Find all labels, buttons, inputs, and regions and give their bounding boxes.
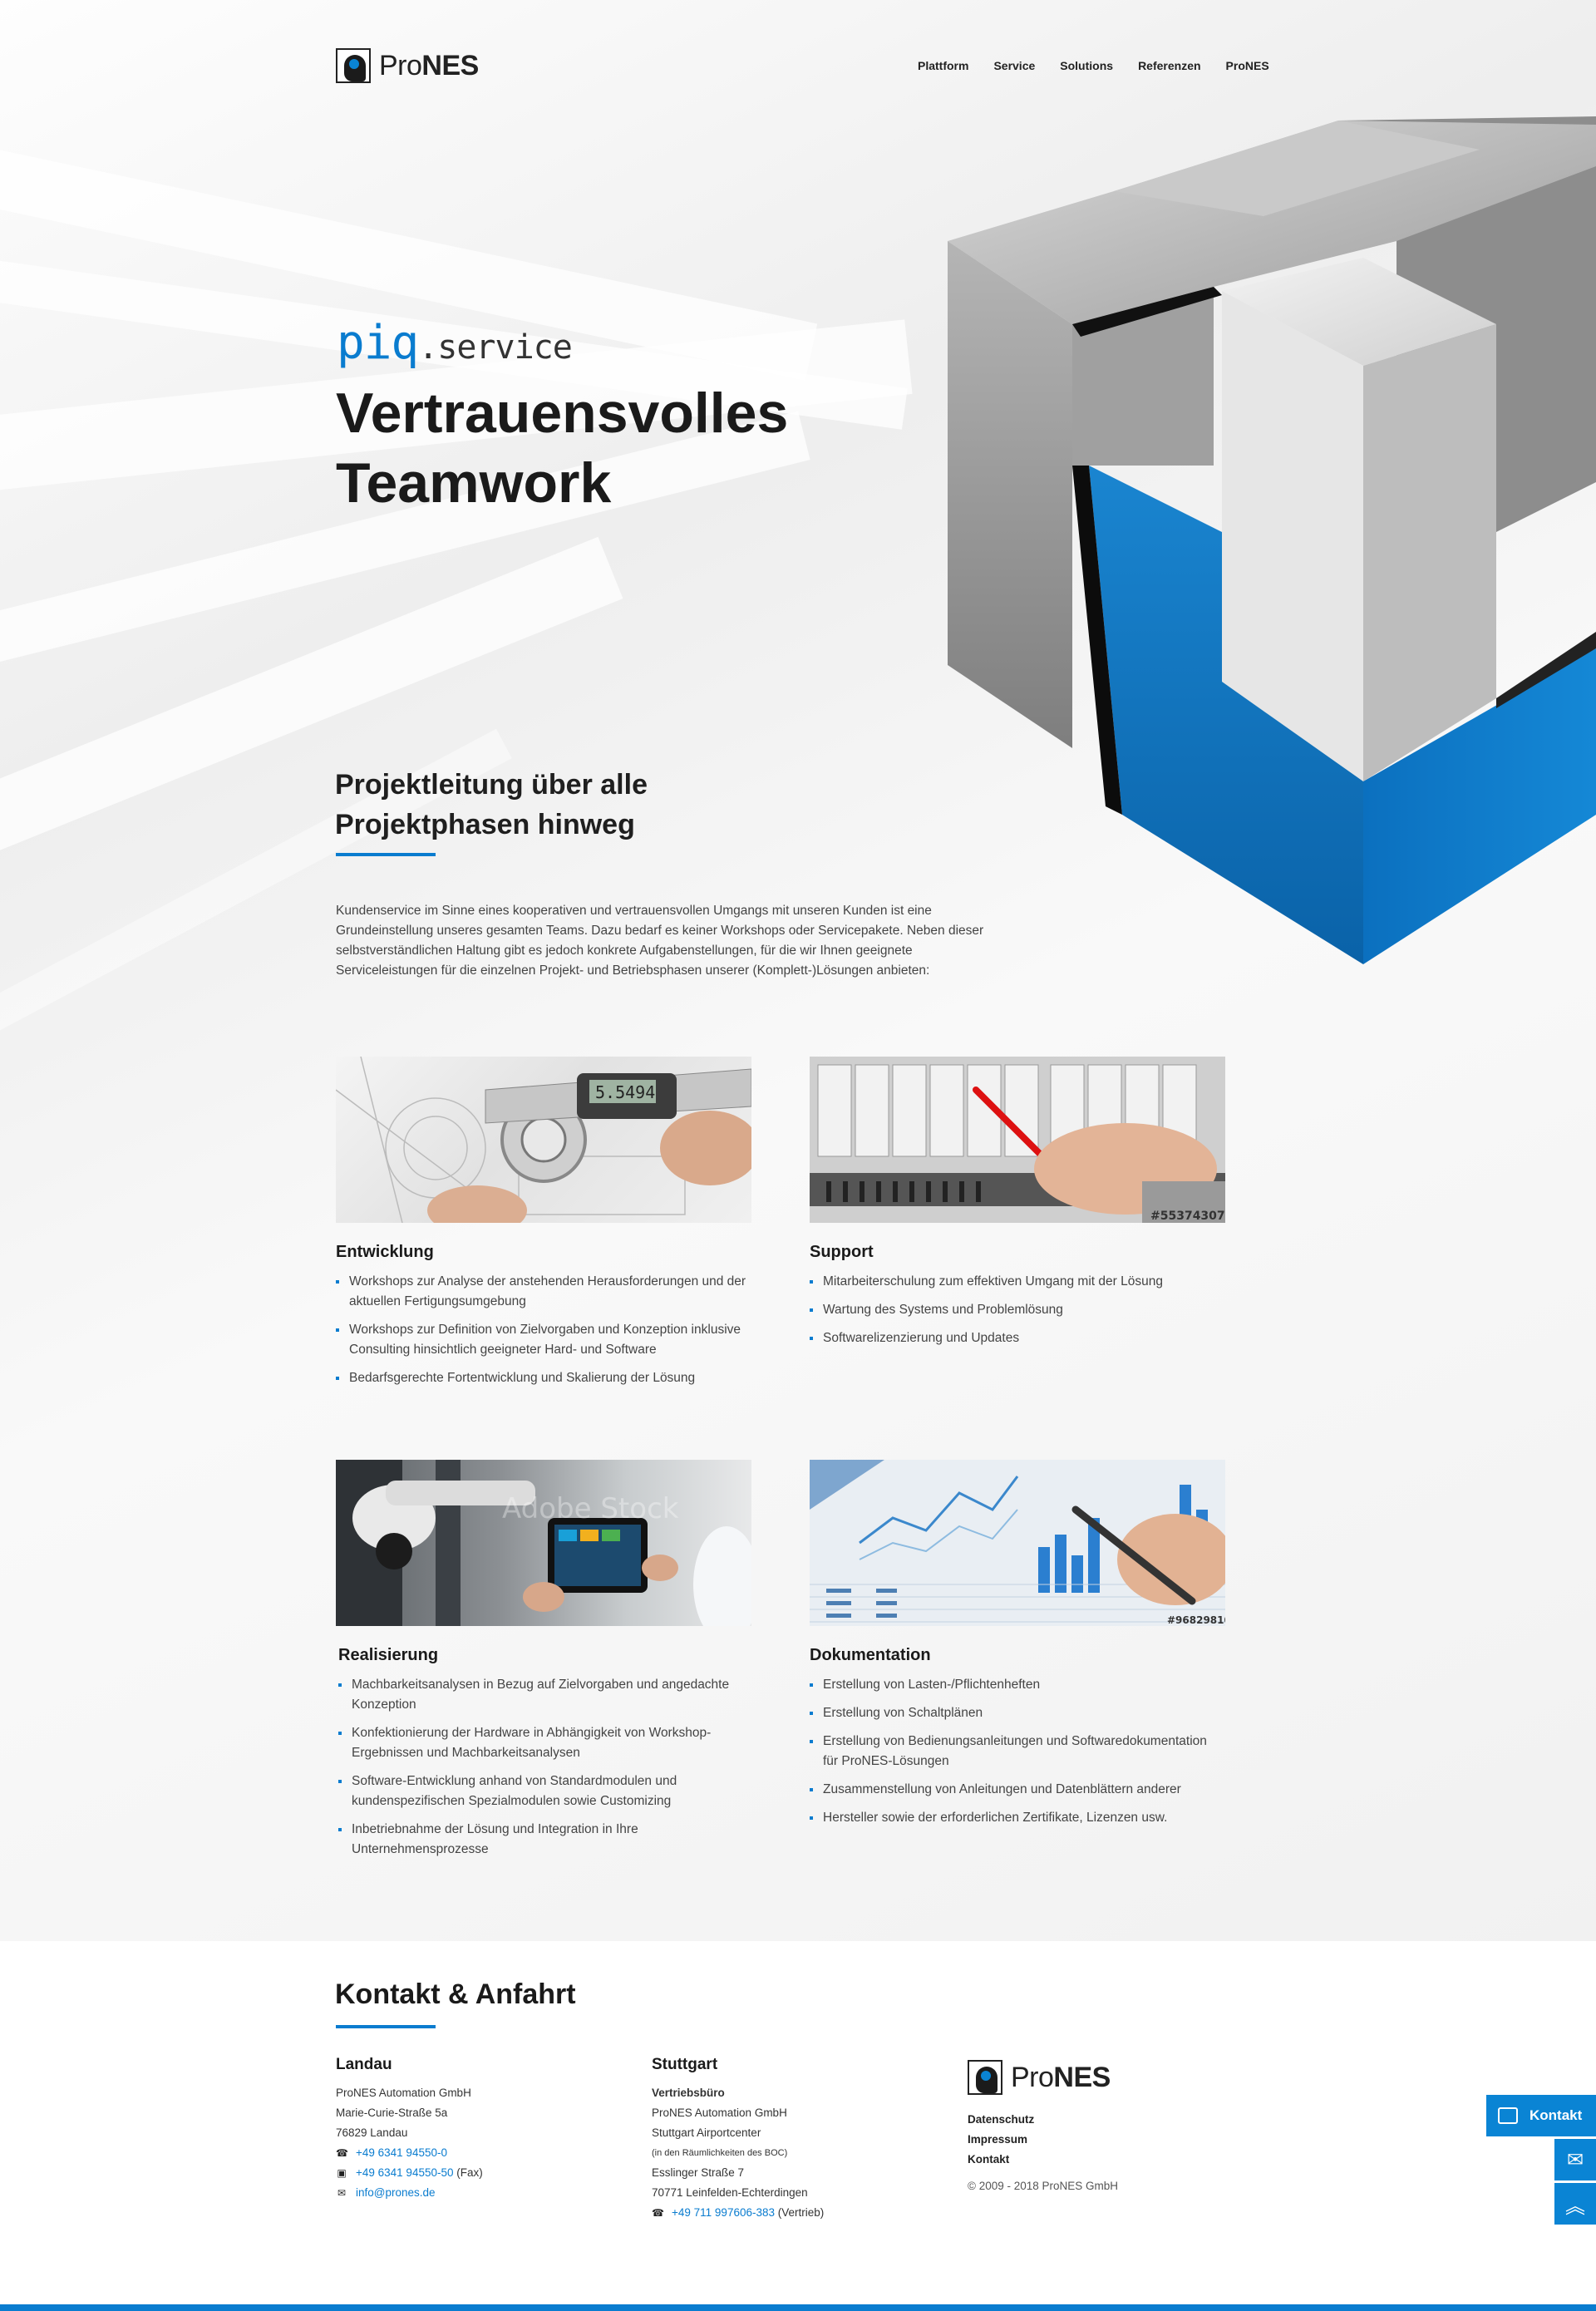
chat-icon (1498, 2107, 1518, 2124)
brand-head-icon (968, 2060, 1002, 2095)
kontakt-widget-button[interactable]: Kontakt (1486, 2095, 1596, 2136)
product-logo: piq.service (337, 316, 573, 370)
phone-icon: ☎ (336, 2147, 348, 2159)
list-item: Mitarbeiterschulung zum effektiven Umgan… (810, 1272, 1225, 1292)
tablet-robot-photo: Adobe Stock (336, 1460, 751, 1626)
email-link[interactable]: info@prones.de (356, 2186, 436, 2199)
cube-illustration (948, 116, 1596, 964)
nav-prones[interactable]: ProNES (1226, 59, 1269, 72)
list-item: Erstellung von Lasten-/Pflichtenheften (810, 1675, 1225, 1695)
card-title: Dokumentation (810, 1646, 931, 1664)
fax-link[interactable]: +49 6341 94550-50 (356, 2166, 454, 2179)
nav-service[interactable]: Service (993, 59, 1035, 72)
brand-logo[interactable]: ProNES (336, 48, 479, 83)
watermark: Adobe Stock (502, 1492, 679, 1525)
address-landau: Landau ProNES Automation GmbH Marie-Curi… (336, 2055, 483, 2203)
card-list: Erstellung von Lasten-/Pflichtenheften E… (810, 1675, 1225, 1828)
card-title: Support (810, 1243, 874, 1261)
phone-link[interactable]: +49 711 997606-383 (672, 2206, 775, 2219)
hero-title: Vertrauensvolles Teamwork (336, 382, 789, 515)
brand-head-icon (336, 48, 371, 83)
subtitle-underline (336, 853, 436, 856)
nav-referenzen[interactable]: Referenzen (1138, 59, 1200, 72)
mail-icon: ✉ (337, 2187, 347, 2199)
address-stuttgart: Stuttgart Vertriebsbüro ProNES Automatio… (652, 2055, 824, 2223)
contact-title: Kontakt & Anfahrt (335, 1978, 576, 2010)
phone-link[interactable]: +49 6341 94550-0 (356, 2146, 447, 2159)
list-item: Workshops zur Analyse der anstehenden He… (336, 1272, 751, 1312)
caliper-photo: 5.5494 (336, 1057, 751, 1223)
city-heading: Stuttgart (652, 2056, 718, 2073)
caliper-readout: 5.5494 (595, 1082, 655, 1102)
contact-underline (336, 2025, 436, 2028)
card-title: Realisierung (338, 1646, 439, 1664)
list-item: Software-Entwicklung anhand von Standard… (338, 1771, 751, 1811)
card-entwicklung: 5.5494 Entwicklung Workshops zur Analyse… (336, 1057, 751, 1397)
footer-bar (0, 2304, 1596, 2311)
city-heading: Landau (336, 2056, 392, 2073)
list-item: Workshops zur Definition von Zielvorgabe… (336, 1320, 751, 1360)
list-item: Konfektionierung der Hardware in Abhängi… (338, 1723, 751, 1763)
card-realisierung: Adobe Stock Realisierung Machbarkeitsana… (336, 1460, 751, 1868)
electrical-cabinet-photo: #55374307 (810, 1057, 1225, 1223)
stock-id: #96829810 (1167, 1614, 1225, 1626)
mail-widget-button[interactable]: ✉ (1554, 2139, 1596, 2180)
phone-icon: ☎ (652, 2207, 664, 2219)
list-item: Machbarkeitsanalysen in Bezug auf Zielvo… (338, 1675, 751, 1715)
list-item: Inbetriebnahme der Lösung und Integratio… (338, 1820, 751, 1860)
nav-plattform[interactable]: Plattform (918, 59, 968, 72)
footer-links: Datenschutz Impressum Kontakt (968, 2110, 1034, 2170)
card-list: Machbarkeitsanalysen in Bezug auf Zielvo… (338, 1675, 751, 1860)
footer-brand-logo[interactable]: ProNES (968, 2060, 1111, 2095)
card-list: Mitarbeiterschulung zum effektiven Umgan… (810, 1272, 1225, 1348)
list-item: Zusammenstellung von Anleitungen und Dat… (810, 1780, 1225, 1800)
main-nav: Plattform Service Solutions Referenzen P… (918, 59, 1294, 72)
list-item: Softwarelizenzierung und Updates (810, 1328, 1225, 1348)
intro-paragraph: Kundenservice im Sinne eines kooperative… (336, 904, 984, 978)
list-item: Hersteller sowie der erforderlichen Zert… (810, 1808, 1225, 1828)
link-datenschutz[interactable]: Datenschutz (968, 2110, 1034, 2130)
list-item: Wartung des Systems und Problemlösung (810, 1300, 1225, 1320)
copyright: © 2009 - 2018 ProNES GmbH (968, 2180, 1119, 2192)
card-dokumentation: #96829810 Dokumentation Erstellung von L… (810, 1460, 1225, 1836)
stock-id: #55374307 (1150, 1210, 1225, 1223)
card-list: Workshops zur Analyse der anstehenden He… (336, 1272, 751, 1388)
card-title: Entwicklung (336, 1243, 434, 1261)
list-item: Bedarfsgerechte Fortentwicklung und Skal… (336, 1368, 751, 1388)
nav-solutions[interactable]: Solutions (1060, 59, 1113, 72)
envelope-icon: ✉ (1566, 2148, 1584, 2171)
section-subtitle: Projektleitung über alle Projektphasen h… (335, 769, 648, 840)
link-kontakt[interactable]: Kontakt (968, 2150, 1034, 2170)
list-item: Erstellung von Schaltplänen (810, 1703, 1225, 1723)
link-impressum[interactable]: Impressum (968, 2130, 1034, 2150)
charts-pen-photo: #96829810 (810, 1460, 1225, 1626)
double-chevron-up-icon: ︽ (1565, 2195, 1585, 2218)
fax-icon: ▣ (337, 2167, 347, 2179)
scroll-top-button[interactable]: ︽ (1554, 2183, 1596, 2225)
card-support: #55374307 Support Mitarbeiterschulung zu… (810, 1057, 1225, 1357)
list-item: Erstellung von Bedienungsanleitungen und… (810, 1732, 1225, 1771)
